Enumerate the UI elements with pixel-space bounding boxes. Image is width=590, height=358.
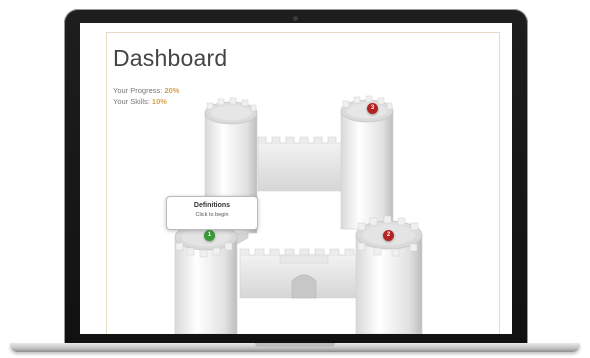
level-marker-2[interactable]: 2 — [383, 230, 394, 241]
gate — [291, 274, 317, 299]
tower-top-right — [340, 95, 394, 230]
front-wall — [239, 248, 373, 299]
castle-map — [174, 95, 423, 334]
screen: Dashboard Your Progress: 20% Your Skills… — [80, 23, 512, 334]
level-marker-3[interactable]: 3 — [367, 103, 378, 114]
tower-bottom-left — [174, 223, 238, 334]
tooltip-title: Definitions — [193, 202, 231, 209]
definitions-tooltip[interactable]: Definitions Click to begin — [166, 196, 258, 230]
laptop-notch — [255, 343, 335, 347]
webcam-icon — [293, 16, 298, 21]
level-marker-1[interactable]: 1 — [204, 230, 215, 241]
back-wall — [257, 136, 343, 192]
tooltip-subtitle: Click to begin — [195, 212, 229, 218]
